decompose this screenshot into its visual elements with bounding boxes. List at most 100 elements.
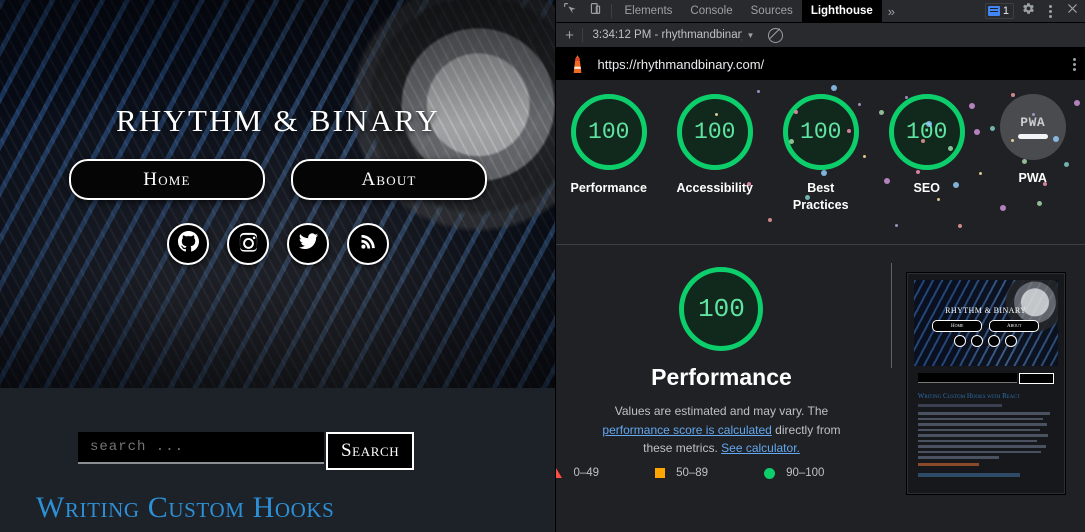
score-best-practices[interactable]: 100 Best Practices bbox=[780, 94, 862, 214]
lighthouse-icon bbox=[570, 54, 585, 74]
gauge-seo: 100 bbox=[888, 94, 965, 170]
legend-item-fail: 0–49 bbox=[556, 467, 599, 479]
pwa-badge-bar bbox=[1017, 134, 1048, 139]
thumbnail-search-button bbox=[1018, 373, 1054, 384]
gauge-accessibility: 100 bbox=[676, 94, 753, 170]
final-screenshot-thumbnail[interactable]: RHYTHM & BINARY Home About Writing Custo… bbox=[906, 273, 1065, 494]
chevron-down-icon[interactable]: ▼ bbox=[746, 31, 754, 40]
thumbnail-github-icon bbox=[954, 335, 967, 347]
score-seo[interactable]: 100 SEO bbox=[886, 94, 968, 197]
thumbnail-nav-about: About bbox=[989, 320, 1040, 332]
thumbnail-instagram-icon bbox=[971, 335, 984, 347]
site-nav: Home About bbox=[69, 159, 487, 200]
thumbnail-search-row bbox=[917, 373, 1054, 384]
thumbnail-search-input bbox=[917, 373, 1017, 383]
new-report-button[interactable]: + bbox=[556, 27, 582, 44]
github-link[interactable] bbox=[167, 223, 209, 265]
instagram-link[interactable] bbox=[227, 223, 269, 265]
pwa-badge-text: PWA bbox=[1020, 115, 1046, 130]
thumbnail-read-more-link bbox=[917, 462, 979, 466]
performance-description: Values are estimated and may vary. The p… bbox=[595, 402, 847, 458]
gauge-score: 100 bbox=[694, 119, 736, 145]
badge-pwa: PWA bbox=[999, 94, 1066, 160]
score-performance[interactable]: 100 Performance bbox=[568, 94, 650, 197]
site-title: RHYTHM & BINARY bbox=[115, 103, 441, 138]
lighthouse-subbar: + 3:34:12 PM - rhythmandbinary ▼ bbox=[556, 23, 1085, 48]
message-count-badge[interactable]: 1 bbox=[984, 3, 1014, 19]
inspect-element-button[interactable] bbox=[556, 0, 582, 22]
clear-all-icon[interactable] bbox=[768, 27, 784, 43]
toolbar-divider bbox=[611, 4, 613, 18]
see-calculator-link[interactable]: See calculator. bbox=[721, 441, 800, 455]
thumbnail-twitter-icon bbox=[988, 335, 1001, 347]
thumbnail-footer-link bbox=[917, 472, 1020, 477]
website-viewport: RHYTHM & BINARY Home About search ... Se… bbox=[0, 0, 556, 532]
search-row: Search bbox=[78, 432, 415, 470]
search-input[interactable] bbox=[78, 432, 324, 464]
performance-heading: Performance bbox=[651, 364, 792, 390]
circle-icon bbox=[764, 467, 776, 479]
devtools-panel: Elements Console Sources Lighthouse » 1 bbox=[555, 0, 1085, 532]
legend-range: 50–89 bbox=[676, 467, 709, 479]
close-devtools-button[interactable] bbox=[1061, 0, 1083, 22]
score-label: Best Practices bbox=[792, 181, 849, 212]
gauge-score: 100 bbox=[800, 119, 842, 145]
thumbnail-post-meta bbox=[917, 404, 1003, 408]
settings-button[interactable] bbox=[1017, 0, 1039, 22]
thumbnail-socials bbox=[914, 335, 1058, 347]
gear-icon bbox=[1022, 2, 1035, 20]
rss-link[interactable] bbox=[347, 223, 389, 265]
score-label: Performance bbox=[570, 181, 647, 195]
twitter-icon bbox=[298, 231, 319, 257]
legend-item-average: 50–89 bbox=[655, 467, 708, 479]
instagram-icon bbox=[238, 231, 259, 257]
gauge-performance: 100 bbox=[570, 94, 647, 170]
report-menu-icon[interactable] bbox=[1073, 57, 1076, 71]
tab-sources[interactable]: Sources bbox=[742, 0, 802, 22]
square-icon bbox=[655, 468, 666, 478]
device-toggle-icon bbox=[589, 2, 602, 20]
thumbnail-post-body bbox=[917, 412, 1054, 459]
performance-section: 100 Performance Values are estimated and… bbox=[556, 245, 1085, 494]
report-selector[interactable]: 3:34:12 PM - rhythmandbinary bbox=[592, 29, 742, 41]
search-button[interactable]: Search bbox=[326, 432, 415, 470]
gauge-score: 100 bbox=[588, 119, 630, 145]
message-icon bbox=[987, 6, 1000, 16]
more-tabs-button[interactable]: » bbox=[882, 0, 901, 22]
social-links bbox=[167, 223, 389, 265]
screenshot-root: RHYTHM & BINARY Home About search ... Se… bbox=[0, 0, 1085, 532]
thumbnail-nav-home: Home bbox=[932, 320, 983, 332]
thumbnail-nav: Home About bbox=[914, 320, 1058, 332]
device-toolbar-button[interactable] bbox=[582, 0, 608, 22]
gauge-score: 100 bbox=[698, 294, 745, 324]
site-content: Search Writing Custom Hooks bbox=[0, 388, 556, 532]
nav-about[interactable]: About bbox=[291, 159, 487, 200]
close-icon bbox=[1066, 2, 1079, 20]
nav-home[interactable]: Home bbox=[69, 159, 265, 200]
score-pwa[interactable]: PWA PWA bbox=[992, 94, 1074, 187]
legend-item-pass: 90–100 bbox=[764, 467, 824, 479]
kebab-menu-icon bbox=[1048, 4, 1052, 18]
twitter-link[interactable] bbox=[287, 223, 329, 265]
tab-lighthouse[interactable]: Lighthouse bbox=[801, 0, 882, 22]
cursor-inspect-icon bbox=[563, 2, 576, 20]
gauge-best-practices: 100 bbox=[782, 94, 859, 170]
thumbnail-post-title: Writing Custom Hooks with React bbox=[917, 392, 1020, 400]
message-count: 1 bbox=[1002, 5, 1009, 17]
score-legend: 0–49 50–89 90–100 bbox=[556, 467, 824, 479]
tab-console[interactable]: Console bbox=[681, 0, 741, 22]
subbar-divider bbox=[582, 28, 584, 42]
thumbnail-rss-icon bbox=[1005, 335, 1018, 347]
thumbnail-site-title: RHYTHM & BINARY bbox=[945, 306, 1027, 315]
performance-score-link[interactable]: performance score is calculated bbox=[602, 423, 771, 437]
gauge-score: 100 bbox=[906, 119, 948, 145]
triangle-icon bbox=[556, 468, 563, 478]
score-label: SEO bbox=[913, 181, 940, 195]
tab-elements[interactable]: Elements bbox=[615, 0, 681, 22]
rss-icon bbox=[358, 231, 379, 257]
screenshot-thumbnail-wrap: RHYTHM & BINARY Home About Writing Custo… bbox=[886, 267, 1085, 494]
devtools-menu-button[interactable] bbox=[1039, 0, 1061, 22]
score-summary: 100 Performance 100 Accessibility 100 Be… bbox=[556, 80, 1085, 245]
score-accessibility[interactable]: 100 Accessibility bbox=[674, 94, 756, 197]
post-title[interactable]: Writing Custom Hooks bbox=[36, 491, 334, 525]
